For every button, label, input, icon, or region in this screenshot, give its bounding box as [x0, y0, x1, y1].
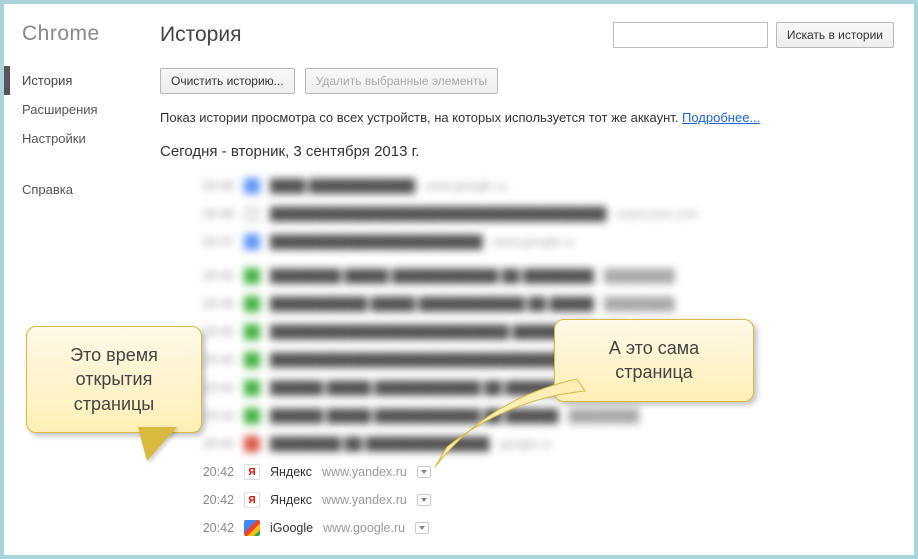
sync-info-text: Показ истории просмотра со всех устройст…	[160, 110, 894, 125]
sidebar-item-settings[interactable]: Настройки	[4, 124, 142, 153]
favicon-icon	[244, 408, 260, 424]
page-title: История	[160, 23, 241, 47]
history-row[interactable]: 20:42 Я Яндекс www.yandex.ru	[160, 486, 894, 514]
search-input[interactable]	[613, 22, 768, 48]
history-row-blurred: 20:48███████████████████████████████████…	[160, 200, 894, 228]
entry-time: 20:42	[200, 465, 234, 479]
google-icon	[244, 520, 260, 536]
history-row-blurred: 20:47████████████████████████www.google.…	[160, 228, 894, 256]
favicon-icon	[244, 206, 260, 222]
entry-title[interactable]: Яндекс	[270, 465, 312, 479]
sidebar-item-help[interactable]: Справка	[4, 175, 142, 204]
entry-domain: www.google.ru	[323, 521, 405, 535]
favicon-icon	[244, 178, 260, 194]
sidebar: Chrome История Расширения Настройки Спра…	[22, 22, 142, 555]
entry-menu-caret-icon[interactable]	[415, 522, 429, 534]
entry-title[interactable]: Яндекс	[270, 493, 312, 507]
history-row-blurred: 20:48████ ████████████www.google.ru	[160, 172, 894, 200]
favicon-icon	[244, 234, 260, 250]
yandex-icon: Я	[244, 492, 260, 508]
delete-selected-button: Удалить выбранные элементы	[305, 68, 498, 94]
callout-tail-icon	[427, 369, 597, 479]
annotation-text: А это сама страница	[609, 338, 699, 382]
entry-domain: www.yandex.ru	[322, 493, 407, 507]
search-button[interactable]: Искать в истории	[776, 22, 894, 48]
entry-menu-caret-icon[interactable]	[417, 494, 431, 506]
entry-time: 20:42	[200, 521, 234, 535]
learn-more-link[interactable]: Подробнее...	[682, 110, 760, 125]
favicon-icon	[244, 436, 260, 452]
yandex-icon: Я	[244, 464, 260, 480]
annotation-callout-page: А это сама страница	[554, 319, 754, 402]
history-entries: 20:48████ ████████████www.google.ru 20:4…	[160, 172, 894, 542]
history-row-blurred: 20:46███████████ █████ ████████████ ██ █…	[160, 290, 894, 318]
history-row-blurred: 20:45███████████████████████████ ███████…	[160, 318, 894, 346]
favicon-icon	[244, 324, 260, 340]
entry-time: 20:42	[200, 493, 234, 507]
entry-domain: www.yandex.ru	[322, 465, 407, 479]
entry-title[interactable]: iGoogle	[270, 521, 313, 535]
annotation-callout-time: Это время открытия страницы	[26, 326, 202, 433]
favicon-icon	[244, 296, 260, 312]
clear-history-button[interactable]: Очистить историю...	[160, 68, 295, 94]
sync-info-label: Показ истории просмотра со всех устройст…	[160, 110, 682, 125]
annotation-text: Это время открытия страницы	[70, 345, 158, 414]
favicon-icon	[244, 352, 260, 368]
favicon-icon	[244, 380, 260, 396]
sidebar-item-history[interactable]: История	[4, 66, 142, 95]
history-row-blurred: 20:46████████ █████ ████████████ ██ ████…	[160, 262, 894, 290]
history-row[interactable]: 20:42 iGoogle www.google.ru	[160, 514, 894, 542]
brand-title: Chrome	[22, 22, 142, 46]
callout-tail-icon	[139, 428, 175, 460]
sidebar-item-extensions[interactable]: Расширения	[4, 95, 142, 124]
date-header: Сегодня - вторник, 3 сентября 2013 г.	[160, 143, 894, 160]
favicon-icon	[244, 268, 260, 284]
